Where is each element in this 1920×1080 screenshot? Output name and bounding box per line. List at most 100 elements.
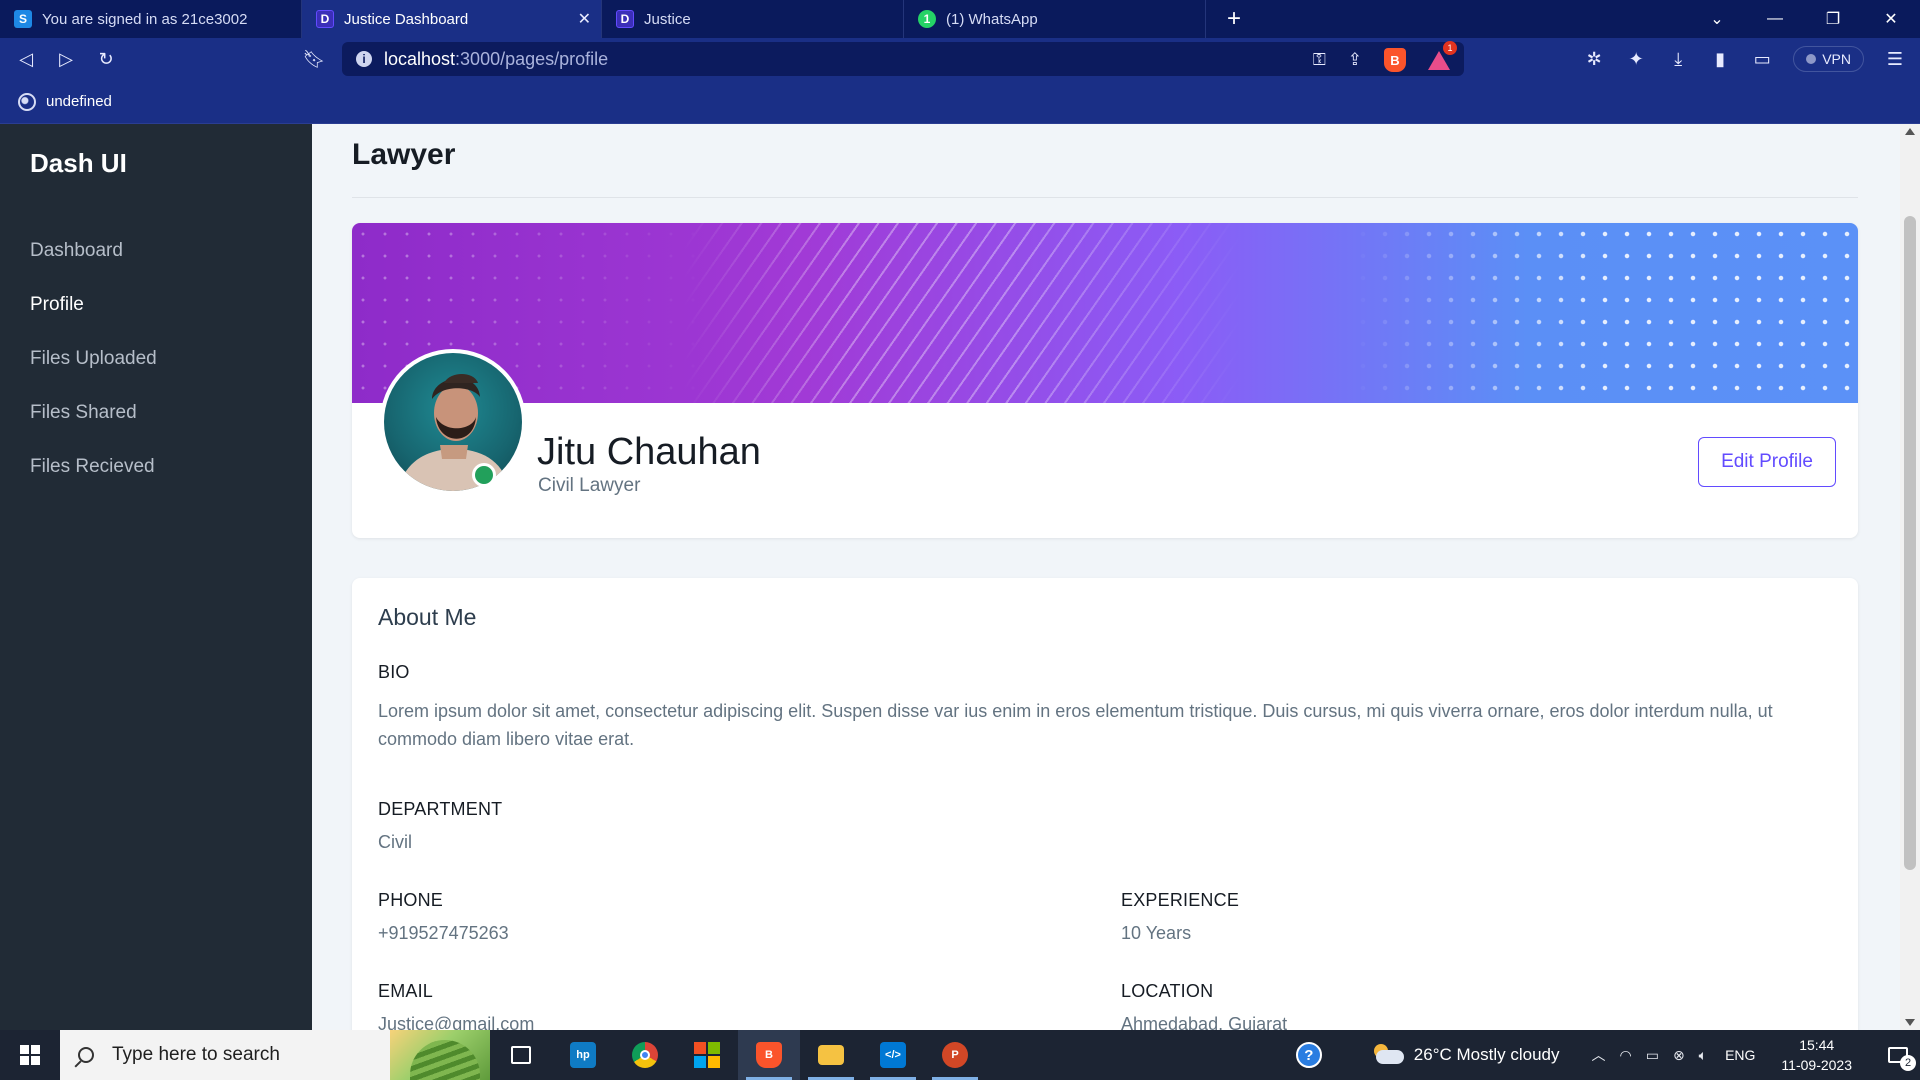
network-icon[interactable]: ⊗ [1673, 1047, 1685, 1064]
url-path: :3000/pages/profile [455, 48, 609, 69]
restore-button[interactable]: ❐ [1804, 0, 1862, 38]
back-button[interactable]: ◁ [6, 41, 46, 77]
scrollbar[interactable] [1900, 124, 1920, 1030]
bookmarks-bar: undefined [0, 80, 1920, 124]
notification-count: 2 [1900, 1055, 1916, 1071]
scroll-up-arrow-icon[interactable] [1905, 128, 1915, 135]
edit-profile-button[interactable]: Edit Profile [1698, 437, 1836, 487]
chevron-up-icon[interactable]: ︿ [1591, 1045, 1605, 1065]
new-tab-button[interactable]: + [1206, 0, 1262, 38]
brave-rewards-icon[interactable]: 1 [1428, 40, 1457, 70]
brand-logo[interactable]: Dash UI [30, 148, 127, 179]
vpn-button[interactable]: VPN [1793, 46, 1864, 72]
main-content: Lawyer Jitu Chauhan Civil Lawyer Edit Pr… [312, 124, 1900, 1030]
info-icon[interactable]: i [356, 51, 372, 67]
file-explorer-app[interactable] [800, 1030, 862, 1080]
sidebar-item-files-shared[interactable]: Files Shared [30, 386, 157, 440]
tab-title: You are signed in as 21ce3002 [42, 10, 248, 28]
close-window-button[interactable]: ✕ [1862, 0, 1920, 38]
about-title: About Me [378, 604, 477, 630]
folder-icon [818, 1045, 844, 1065]
task-view-button[interactable] [490, 1030, 552, 1080]
battery-icon[interactable]: ▭ [1646, 1047, 1659, 1064]
menu-icon[interactable]: ☰ [1884, 49, 1906, 70]
chrome-app[interactable] [614, 1030, 676, 1080]
browser-tab-active[interactable]: D Justice Dashboard ✕ [302, 0, 602, 38]
tab-search-chevron-icon[interactable]: ⌄ [1688, 0, 1746, 38]
department-value: Civil [378, 832, 412, 852]
share-icon[interactable]: ⇪ [1348, 50, 1362, 70]
browser-tab[interactable]: S You are signed in as 21ce3002 [0, 0, 302, 38]
d-icon: D [616, 10, 634, 28]
bio-label: BIO [378, 662, 410, 682]
scrollbar-thumb[interactable] [1904, 216, 1916, 870]
minimize-button[interactable]: — [1746, 0, 1804, 38]
experience-value: 10 Years [1121, 923, 1192, 943]
profile-role: Civil Lawyer [538, 475, 641, 496]
rewards-badge: 1 [1443, 40, 1457, 55]
divider [352, 197, 1858, 198]
powerpoint-icon: P [942, 1042, 968, 1068]
wifi-icon[interactable]: ◠ [1619, 1047, 1631, 1064]
vpn-label: VPN [1822, 51, 1851, 67]
scroll-down-arrow-icon[interactable] [1905, 1019, 1915, 1026]
reload-button[interactable]: ↻ [86, 41, 126, 77]
powerpoint-app[interactable]: P [924, 1030, 986, 1080]
search-icon [78, 1047, 94, 1063]
browser-toolbar: ◁ ▷ ↻ 🔖︎ i localhost:3000/pages/profile … [0, 38, 1920, 80]
sidebar-item-files-uploaded[interactable]: Files Uploaded [30, 332, 157, 386]
cover-banner [352, 223, 1858, 403]
language-indicator[interactable]: ENG [1725, 1047, 1755, 1063]
sidebar-item-files-recieved[interactable]: Files Recieved [30, 440, 157, 494]
email-label: EMAIL [378, 981, 434, 1001]
s-icon: S [14, 10, 32, 28]
leo-icon[interactable]: ✦ [1625, 49, 1647, 70]
tab-title: Justice [644, 10, 691, 28]
brave-shields-icon[interactable]: B [1384, 48, 1406, 72]
brave-app[interactable]: B [738, 1030, 800, 1080]
brave-icon: B [756, 1042, 782, 1068]
phone-label: PHONE [378, 890, 444, 910]
key-icon[interactable]: ⚿ [1313, 50, 1326, 70]
help-icon[interactable]: ? [1295, 1042, 1322, 1068]
weather-text[interactable]: 26°C Mostly cloudy [1414, 1045, 1560, 1065]
windows-icon [20, 1045, 40, 1065]
weather-cloudy-icon[interactable] [1370, 1044, 1404, 1066]
chrome-icon [632, 1042, 658, 1068]
taskbar: Type here to search hp B </> P ? 26°C Mo… [0, 1030, 1920, 1080]
browser-tab[interactable]: D Justice [602, 0, 904, 38]
url-host: localhost [384, 48, 456, 69]
close-icon[interactable]: ✕ [578, 9, 591, 29]
tab-title: (1) WhatsApp [946, 10, 1038, 28]
extensions-icon[interactable]: ✲ [1583, 49, 1605, 70]
address-bar[interactable]: i localhost:3000/pages/profile ⚿ ⇪ B 1 [342, 40, 1464, 76]
taskbar-search[interactable]: Type here to search [60, 1030, 490, 1080]
myhp-app[interactable]: hp [552, 1030, 614, 1080]
sidebar-item-profile[interactable]: Profile [30, 278, 157, 332]
wallet-icon[interactable]: ▭ [1751, 49, 1773, 70]
search-placeholder: Type here to search [112, 1044, 280, 1065]
avatar [380, 349, 526, 495]
whatsapp-icon: 1 [918, 10, 936, 28]
location-label: LOCATION [1121, 981, 1214, 1001]
volume-icon[interactable]: 🔈︎ [1699, 1047, 1707, 1064]
tab-title: Justice Dashboard [344, 10, 469, 28]
department-label: DEPARTMENT [378, 799, 503, 819]
vscode-app[interactable]: </> [862, 1030, 924, 1080]
start-button[interactable] [0, 1030, 60, 1080]
sidebar-nav: Dashboard Profile Files Uploaded Files S… [30, 224, 157, 494]
download-icon[interactable]: ⤓ [1667, 49, 1689, 70]
cover-pattern [1352, 223, 1858, 403]
system-tray: ? 26°C Mostly cloudy ︿ ◠ ▭ ⊗ 🔈︎ ENG 15:4… [1295, 1030, 1920, 1080]
profile-name: Jitu Chauhan [537, 431, 761, 473]
sidebar-item-dashboard[interactable]: Dashboard [30, 224, 157, 278]
browser-tab[interactable]: 1 (1) WhatsApp [904, 0, 1206, 38]
clock[interactable]: 15:44 11-09-2023 [1781, 1035, 1852, 1075]
microsoft-store-app[interactable] [676, 1030, 738, 1080]
bookmark-item[interactable]: undefined [46, 93, 112, 110]
bookmark-icon[interactable]: 🔖︎ [294, 41, 334, 77]
clock-time: 15:44 [1799, 1037, 1835, 1053]
forward-button[interactable]: ▷ [46, 41, 86, 77]
sidebar-toggle-icon[interactable]: ▮ [1709, 49, 1731, 70]
notification-center-button[interactable]: 2 [1876, 1047, 1920, 1071]
